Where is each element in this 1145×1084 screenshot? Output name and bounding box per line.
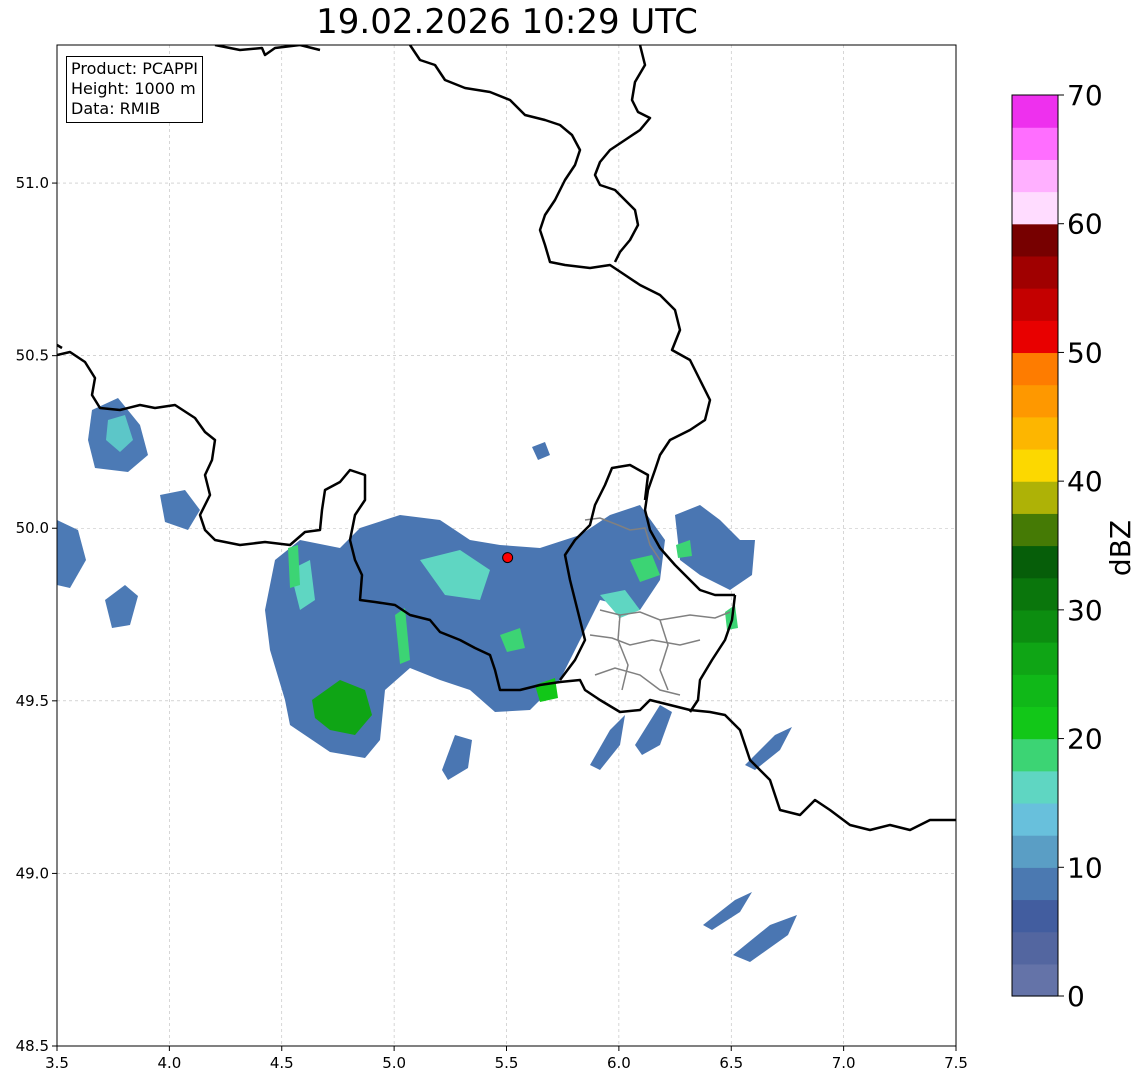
colorbar-segment	[1012, 191, 1058, 225]
info-data-source: Data: RMIB	[71, 99, 161, 118]
y-axis-ticks: 48.5 49.0 49.5 50.0 50.5 51.0	[16, 174, 57, 1055]
colorbar-segment	[1012, 577, 1058, 611]
colorbar-segment	[1012, 159, 1058, 193]
x-tick-label: 5.5	[495, 1054, 519, 1072]
x-axis-ticks: 3.5 4.0 4.5 5.0 5.5 6.0 6.5 7.0 7.5	[45, 1046, 968, 1072]
y-tick-label: 50.0	[16, 519, 49, 537]
colorbar-segment	[1012, 384, 1058, 418]
colorbar-tick-label: 20	[1067, 723, 1103, 756]
colorbar-tick-label: 50	[1067, 336, 1103, 369]
y-tick-label: 48.5	[16, 1037, 49, 1055]
colorbar-tick-label: 0	[1067, 980, 1085, 1013]
radar-site-marker	[502, 552, 514, 564]
x-tick-label: 3.5	[45, 1054, 69, 1072]
colorbar-tick-label: 10	[1067, 851, 1103, 884]
colorbar-segment	[1012, 481, 1058, 514]
x-tick-label: 5.0	[382, 1054, 406, 1072]
colorbar-segment	[1012, 320, 1058, 354]
y-tick-label: 50.5	[16, 347, 49, 365]
info-product: Product: PCAPPI	[71, 59, 199, 78]
colorbar-tick-label: 40	[1067, 465, 1103, 498]
echo-green-streak-west	[288, 545, 300, 588]
colorbar-tick-label: 70	[1067, 79, 1103, 112]
product-info-box: Product: PCAPPI Height: 1000 m Data: RMI…	[66, 56, 204, 123]
map-canvas: 3.5 4.0 4.5 5.0 5.5 6.0 6.5 7.0 7.5 48.5 49.0 49.5…	[16, 44, 1137, 1072]
colorbar-segment	[1012, 867, 1058, 901]
colorbar-segment	[1012, 706, 1058, 740]
colorbar-segment	[1012, 288, 1058, 321]
colorbar-segment	[1012, 835, 1058, 868]
colorbar-ticks: 0 10 20 30 40 50 60 70	[1058, 79, 1103, 1013]
colorbar-segment	[1012, 899, 1058, 933]
colorbar-segment	[1012, 674, 1058, 707]
colorbar-segment	[1012, 931, 1058, 965]
colorbar-segment	[1012, 770, 1058, 804]
y-tick-label: 49.0	[16, 864, 49, 882]
colorbar-segment	[1012, 352, 1058, 386]
colorbar-segment	[1012, 738, 1058, 772]
colorbar-segment	[1012, 255, 1058, 289]
x-tick-label: 7.5	[944, 1054, 968, 1072]
x-tick-label: 7.0	[832, 1054, 856, 1072]
colorbar-segment	[1012, 642, 1058, 675]
colorbar	[1011, 94, 1059, 997]
colorbar-segment	[1012, 223, 1058, 257]
radar-figure: 19.02.2026 10:29 UTC 3.5 4.0 4.5 5.0 5.5…	[0, 0, 1145, 1084]
x-tick-label: 6.5	[719, 1054, 743, 1072]
colorbar-segment	[1012, 513, 1058, 547]
colorbar-tick-label: 60	[1067, 208, 1103, 241]
colorbar-segment	[1012, 802, 1058, 836]
x-tick-label: 6.0	[607, 1054, 631, 1072]
colorbar-segment	[1012, 95, 1058, 128]
colorbar-segment	[1012, 609, 1058, 643]
colorbar-segment	[1012, 448, 1058, 482]
colorbar-segment	[1012, 545, 1058, 579]
info-height: Height: 1000 m	[71, 79, 196, 98]
x-tick-label: 4.0	[157, 1054, 181, 1072]
colorbar-axis-label: dBZ	[1104, 520, 1137, 576]
colorbar-segment	[1012, 127, 1058, 160]
colorbar-tick-label: 30	[1067, 594, 1103, 627]
colorbar-segment	[1012, 416, 1058, 450]
y-tick-label: 51.0	[16, 174, 49, 192]
x-tick-label: 4.5	[270, 1054, 294, 1072]
y-tick-label: 49.5	[16, 692, 49, 710]
colorbar-segment	[1012, 963, 1058, 997]
